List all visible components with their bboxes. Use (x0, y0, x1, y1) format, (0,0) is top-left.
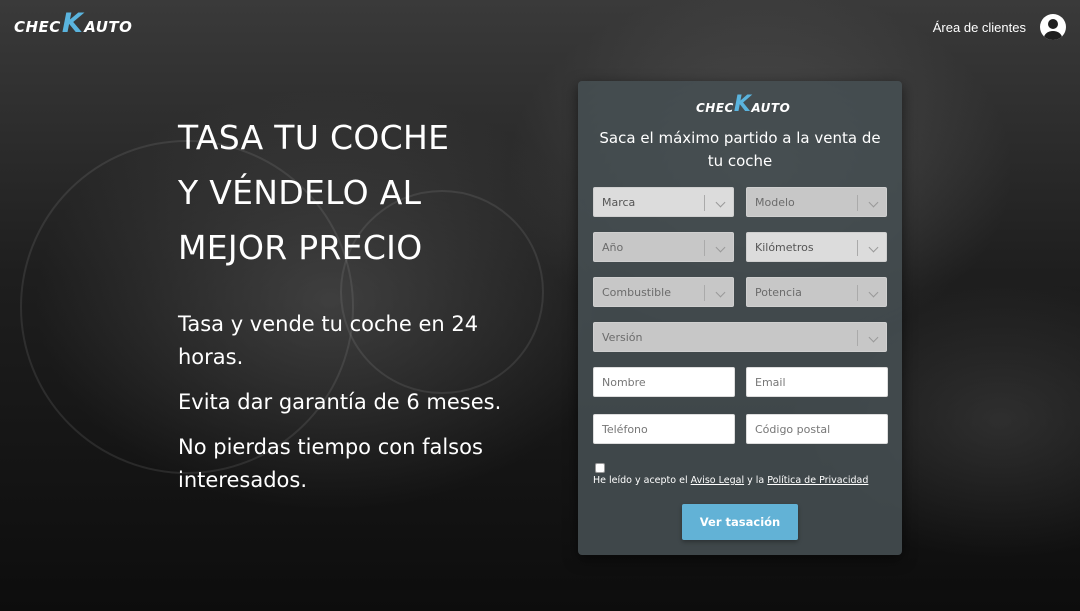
anio-select[interactable]: Año (593, 232, 734, 262)
legal-checkbox[interactable] (595, 463, 605, 473)
chevron-down-icon (868, 287, 879, 298)
marca-select-label: Marca (602, 195, 636, 209)
hero-title: TASA TU COCHE Y VÉNDELO AL MEJOR PRECIO (178, 110, 558, 275)
email-input[interactable]: Email (746, 367, 888, 397)
legal-prefix: He leído y acepto el (593, 475, 688, 486)
combustible-select[interactable]: Combustible (593, 277, 734, 307)
kilometros-select[interactable]: Kilómetros (746, 232, 887, 262)
marca-select[interactable]: Marca (593, 187, 734, 217)
codigo-postal-placeholder: Código postal (755, 422, 831, 436)
logo-k: K (733, 92, 752, 117)
card-brand-logo: CHEC K AUTO (696, 92, 791, 117)
logo-text-left: CHEC (14, 18, 61, 36)
header-actions: Área de clientes (933, 14, 1066, 40)
benefit-item: Evita dar garantía de 6 meses. (178, 390, 502, 414)
hero-title-line-2: Y VÉNDELO AL (178, 173, 422, 212)
select-separator (857, 240, 858, 256)
select-separator (857, 330, 858, 346)
aviso-legal-link[interactable]: Aviso Legal (691, 475, 744, 486)
benefit-item: No pierdas tiempo con falsos interesados… (178, 435, 483, 492)
hero-title-line-1: TASA TU COCHE (178, 118, 450, 157)
avatar-head (1048, 19, 1058, 29)
valuation-form-card: CHEC K AUTO Saca el máximo partido a la ve… (578, 81, 902, 555)
select-separator (857, 285, 858, 301)
chevron-down-icon (715, 197, 726, 208)
nombre-placeholder: Nombre (602, 375, 646, 389)
chevron-down-icon (868, 332, 879, 343)
telefono-placeholder: Teléfono (602, 422, 648, 436)
nombre-input[interactable]: Nombre (593, 367, 735, 397)
chevron-down-icon (715, 242, 726, 253)
chevron-down-icon (868, 242, 879, 253)
combustible-select-label: Combustible (602, 285, 671, 299)
anio-select-label: Año (602, 240, 624, 254)
user-circle-icon[interactable] (1040, 14, 1066, 40)
benefits-list: Tasa y vende tu coche en 24 horas. Evita… (178, 308, 518, 509)
ver-tasacion-button[interactable]: Ver tasación (682, 504, 798, 540)
version-select[interactable]: Versión (593, 322, 887, 352)
potencia-select-label: Potencia (755, 285, 802, 299)
select-separator (704, 195, 705, 211)
select-separator (704, 285, 705, 301)
logo-text-right: AUTO (751, 101, 791, 115)
modelo-select[interactable]: Modelo (746, 187, 887, 217)
chevron-down-icon (715, 287, 726, 298)
telefono-input[interactable]: Teléfono (593, 414, 735, 444)
logo-text-right: AUTO (84, 18, 133, 36)
select-separator (704, 240, 705, 256)
potencia-select[interactable]: Potencia (746, 277, 887, 307)
form-heading: Saca el máximo partido a la venta de tu … (599, 129, 881, 170)
legal-middle: y la (747, 475, 765, 486)
email-placeholder: Email (755, 375, 786, 389)
kilometros-select-label: Kilómetros (755, 240, 814, 254)
codigo-postal-input[interactable]: Código postal (746, 414, 888, 444)
select-separator (857, 195, 858, 211)
brand-logo[interactable]: CHEC K AUTO (14, 8, 133, 39)
legal-consent-text: He leído y acepto el Aviso Legal y la Po… (593, 475, 868, 486)
modelo-select-label: Modelo (755, 195, 795, 209)
client-area-link[interactable]: Área de clientes (933, 20, 1026, 35)
logo-k: K (61, 8, 84, 39)
avatar-body (1044, 31, 1062, 40)
hero-title-line-3: MEJOR PRECIO (178, 228, 423, 267)
chevron-down-icon (868, 197, 879, 208)
version-select-label: Versión (602, 330, 643, 344)
privacy-policy-link[interactable]: Política de Privacidad (767, 475, 868, 486)
logo-text-left: CHEC (696, 101, 734, 115)
benefit-item: Tasa y vende tu coche en 24 horas. (178, 312, 479, 369)
